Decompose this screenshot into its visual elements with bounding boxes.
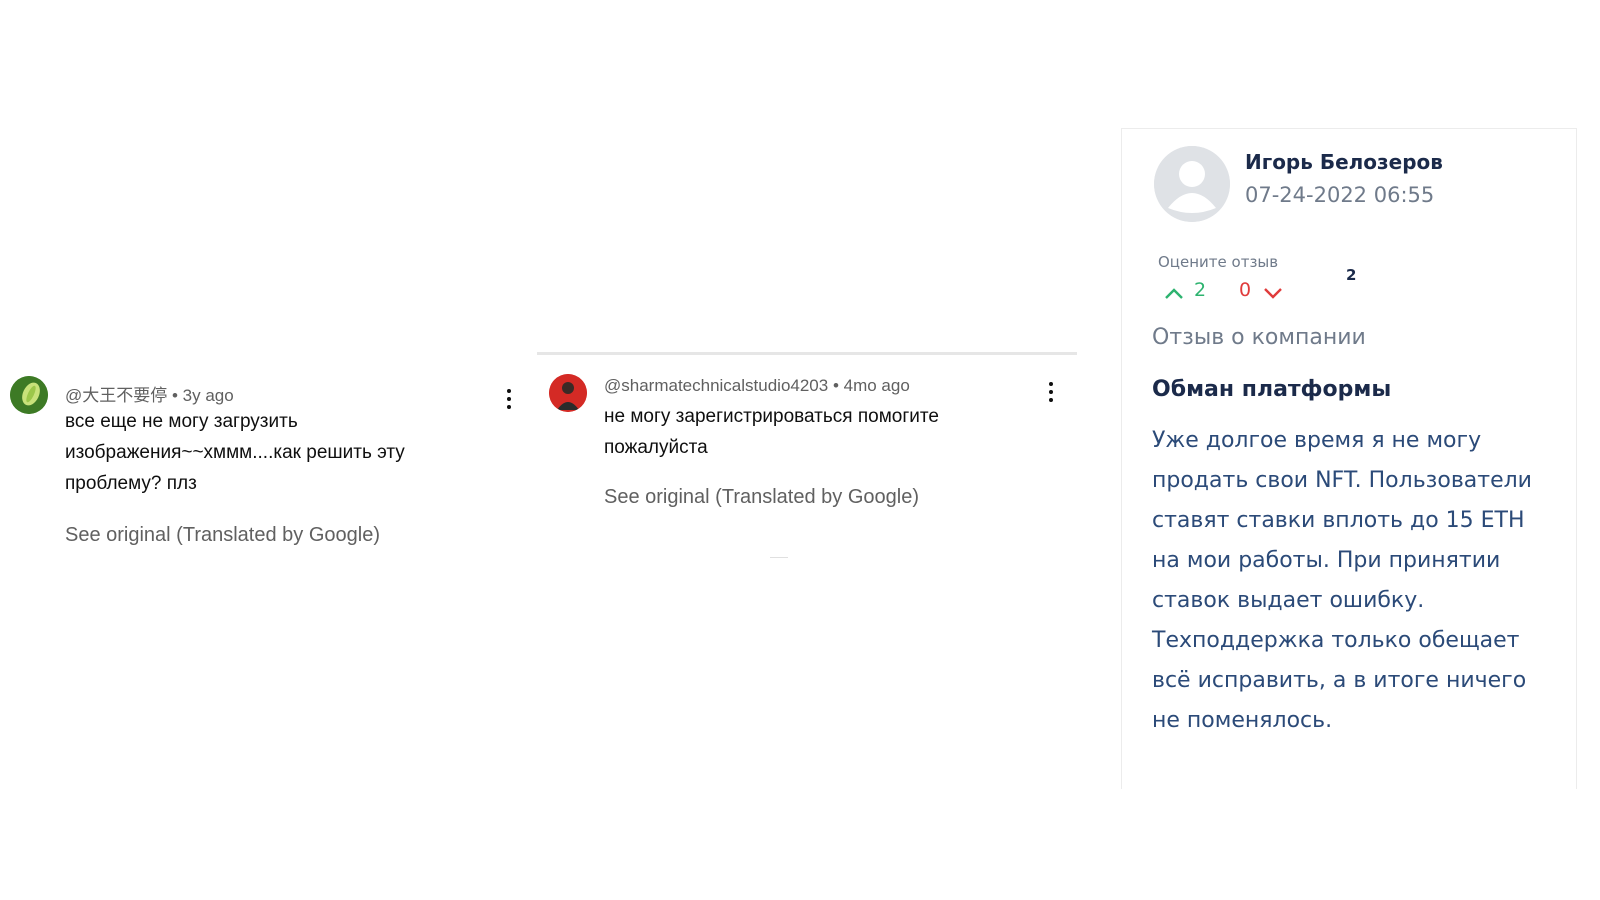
- review-body: Уже долгое время я не могу продать свои …: [1152, 428, 1532, 733]
- meta-separator: •: [167, 386, 183, 405]
- comment-meta: @大王不要停 • 3y ago: [65, 381, 234, 406]
- see-original-link[interactable]: See original (Translated by Google): [65, 524, 380, 547]
- comment-age: 4mo ago: [843, 376, 910, 395]
- rating-total: 2: [1346, 266, 1357, 284]
- downvote-button[interactable]: 0: [1239, 279, 1319, 305]
- comment-age: 3y ago: [182, 386, 234, 405]
- review-date: 07-24-2022 06:55: [1245, 183, 1435, 207]
- upvote-count: 2: [1194, 279, 1207, 301]
- review-card: Игорь Белозеров 07-24-2022 06:55 Оцените…: [1121, 128, 1577, 789]
- downvote-count: 0: [1239, 279, 1252, 301]
- divider: [770, 557, 788, 558]
- leaf-avatar-icon[interactable]: [10, 376, 48, 414]
- comment-text: не могу зарегистрироваться помогите пожа…: [604, 406, 939, 458]
- rate-label: Оцените отзыв: [1158, 253, 1279, 271]
- comment-text: все еще не могу загрузить изображения~~х…: [65, 411, 405, 494]
- meta-separator: •: [828, 376, 844, 395]
- upvote-button[interactable]: 2: [1164, 279, 1244, 305]
- chevron-up-icon: [1165, 288, 1183, 299]
- more-vert-icon[interactable]: [1042, 380, 1060, 404]
- review-author[interactable]: Игорь Белозеров: [1245, 150, 1443, 174]
- comment-author[interactable]: @sharmatechnicalstudio4203: [604, 376, 828, 395]
- comment-author[interactable]: @大王不要停: [65, 386, 167, 405]
- review-title: Обман платформы: [1152, 377, 1392, 402]
- chevron-down-icon: [1264, 288, 1282, 299]
- comment-meta: @sharmatechnicalstudio4203 • 4mo ago: [604, 376, 910, 396]
- more-vert-icon[interactable]: [500, 387, 518, 411]
- see-original-link[interactable]: See original (Translated by Google): [604, 486, 919, 509]
- company-label[interactable]: Отзыв о компании: [1152, 325, 1386, 350]
- default-user-icon: [1154, 146, 1230, 222]
- divider: [537, 352, 1077, 355]
- person-avatar-icon[interactable]: [549, 374, 587, 412]
